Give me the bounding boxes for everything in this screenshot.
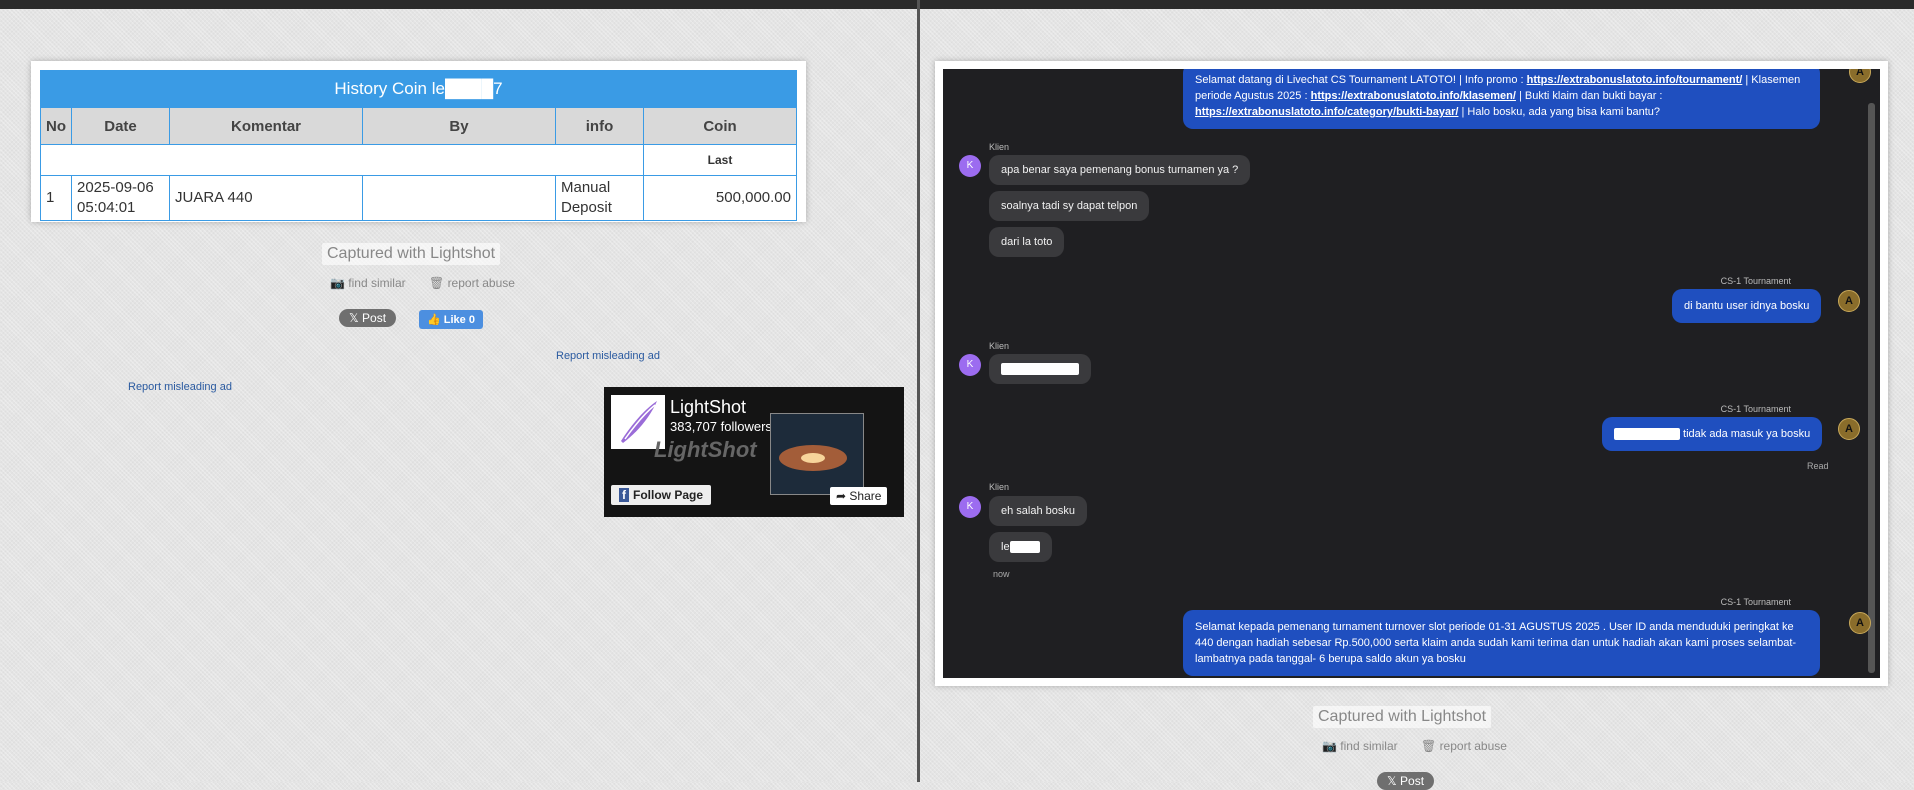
- col-komentar: Komentar: [169, 107, 363, 145]
- cell-date: 2025-09-06 05:04:01: [71, 175, 170, 221]
- welcome-message: Selamat datang di Livechat CS Tournament…: [1183, 69, 1820, 129]
- client-message-1: apa benar saya pemenang bonus turnamen y…: [989, 155, 1251, 185]
- cell-komentar: JUARA 440: [169, 175, 363, 221]
- top-bar-right: [920, 0, 1914, 9]
- timestamp-now: now: [993, 569, 1010, 579]
- report-misleading-ad-2[interactable]: Report misleading ad: [128, 381, 232, 393]
- agent-message-2: tidak ada masuk ya bosku: [1602, 417, 1823, 451]
- cell-coin: 500,000.00: [643, 175, 797, 221]
- lightshot-name: LightShot: [670, 397, 747, 417]
- livechat-window: Selamat datang di Livechat CS Tournament…: [943, 69, 1880, 678]
- agent-label-2: CS-1 Tournament: [1720, 404, 1791, 414]
- history-coin-table: No Date Komentar By info Coin Last 1 202…: [40, 107, 797, 221]
- lightshot-watermark: LightShot: [654, 437, 757, 462]
- last-row: Last: [40, 144, 797, 176]
- redacted-user-id: [1614, 428, 1680, 441]
- client-message-redacted: [989, 354, 1091, 385]
- agent-avatar: A: [1838, 418, 1860, 440]
- facebook-like-button[interactable]: 👍 Like 0: [419, 310, 483, 329]
- client-label: Klien: [989, 341, 1010, 351]
- chat-scrollbar[interactable]: [1868, 103, 1875, 673]
- agent-message-3: Selamat kepada pemenang turnament turnov…: [1183, 610, 1820, 676]
- cell-info: Manual Deposit: [555, 175, 644, 221]
- top-bar-left: [0, 0, 917, 9]
- redacted-user-id: [1009, 541, 1040, 554]
- col-coin: Coin: [643, 107, 797, 145]
- find-similar-link[interactable]: 📷 find similar: [1322, 739, 1408, 753]
- table-header-row: No Date Komentar By info Coin: [40, 107, 797, 145]
- client-avatar: K: [959, 496, 981, 518]
- find-similar-link[interactable]: 📷 find similar: [330, 276, 416, 290]
- image-actions: 📷 find similar 🗑 report abuse: [1322, 739, 1527, 753]
- agent-label-3: CS-1 Tournament: [1720, 597, 1791, 607]
- client-label: Klien: [989, 482, 1010, 492]
- image-actions: 📷 find similar 🗑 report abuse: [330, 276, 535, 290]
- redacted-user-id: [1001, 363, 1079, 376]
- agent-label-1: CS-1 Tournament: [1720, 276, 1791, 286]
- agent-message-1: di bantu user idnya bosku: [1672, 289, 1822, 323]
- col-info: info: [555, 107, 644, 145]
- pane-divider[interactable]: [917, 0, 920, 782]
- client-message-5: le: [989, 532, 1052, 563]
- lightshot-followers: 383,707 followers: [670, 419, 772, 434]
- read-receipt: Read: [1807, 461, 1829, 471]
- client-message-4: eh salah bosku: [989, 496, 1087, 526]
- history-coin-title: History Coin le████7: [40, 70, 797, 107]
- client-message-2: soalnya tadi sy dapat telpon: [989, 191, 1150, 221]
- history-coin-screenshot: History Coin le████7 No Date Komentar By…: [31, 61, 806, 222]
- table-row: 1 2025-09-06 05:04:01 JUARA 440 Manual Dep…: [40, 175, 797, 221]
- captured-with-lightshot[interactable]: Captured with Lightshot: [1313, 706, 1492, 728]
- col-by: By: [362, 107, 556, 145]
- agent-avatar: A: [1849, 69, 1871, 83]
- report-abuse-link[interactable]: 🗑 report abuse: [1421, 739, 1517, 753]
- report-abuse-link[interactable]: 🗑 report abuse: [429, 276, 525, 290]
- cell-no: 1: [40, 175, 72, 221]
- client-label: Klien: [989, 142, 1010, 152]
- tournament-link[interactable]: https://extrabonuslatoto.info/tournament…: [1527, 74, 1743, 86]
- bukti-bayar-link[interactable]: https://extrabonuslatoto.info/category/b…: [1195, 106, 1458, 118]
- facebook-icon: f: [619, 488, 629, 502]
- client-avatar: K: [959, 354, 981, 376]
- captured-with-lightshot[interactable]: Captured with Lightshot: [322, 243, 501, 265]
- report-misleading-ad-1[interactable]: Report misleading ad: [556, 350, 660, 362]
- last-label: Last: [643, 144, 797, 176]
- x-post-button[interactable]: 𝕏 Post: [1377, 772, 1435, 790]
- client-avatar: K: [959, 155, 981, 177]
- agent-avatar: A: [1849, 612, 1871, 634]
- chat-screenshot: Selamat datang di Livechat CS Tournament…: [935, 61, 1888, 686]
- share-button[interactable]: ➦ Share: [830, 487, 888, 505]
- client-message-3: dari la toto: [989, 227, 1065, 257]
- galaxy-thumbnail: [770, 413, 864, 495]
- follow-page-button[interactable]: f Follow Page: [611, 485, 712, 505]
- col-no: No: [40, 107, 72, 145]
- cell-by: [362, 175, 556, 221]
- x-post-button[interactable]: 𝕏 Post: [339, 309, 397, 327]
- lightshot-facebook-ad[interactable]: LightShot 383,707 followers LightShot fF…: [604, 387, 904, 517]
- agent-avatar: A: [1838, 290, 1860, 312]
- klasemen-link[interactable]: https://extrabonuslatoto.info/klasemen/: [1311, 90, 1516, 102]
- col-date: Date: [71, 107, 170, 145]
